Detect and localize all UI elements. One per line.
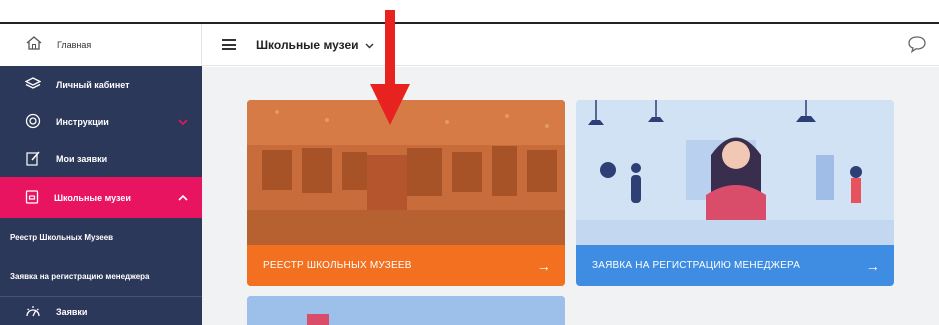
card-label: ЗАЯВКА НА РЕГИСТРАЦИЮ МЕНЕДЖЕРА — [592, 260, 801, 271]
card-action-bar[interactable]: РЕЕСТР ШКОЛЬНЫХ МУЗЕЕВ → — [247, 245, 565, 286]
sidebar-item-school-museums[interactable]: Школьные музеи — [0, 177, 202, 218]
sidebar-item-label: Главная — [57, 40, 92, 50]
sidebar-item-label: Заявки — [56, 306, 88, 317]
pen-document-icon — [25, 150, 41, 168]
submenu: Реестр Школьных Музеев Заявка на регистр… — [0, 218, 202, 296]
arrow-right-icon: → — [536, 257, 551, 274]
sidebar-item-my-requests[interactable]: Мои заявки — [0, 140, 202, 177]
sidebar-item-applications[interactable]: Заявки — [0, 296, 202, 325]
card-illustration — [247, 296, 565, 325]
sidebar-item-instructions[interactable]: Инструкции — [0, 103, 202, 140]
sidebar-item-cabinet[interactable]: Личный кабинет — [0, 66, 202, 103]
sidebar-item-label: Инструкции — [56, 116, 109, 127]
main-content: РЕЕСТР ШКОЛЬНЫХ МУЗЕЕВ → ЗАЯВКА НА РЕГИС… — [202, 67, 939, 325]
museum-registry-card[interactable]: РЕЕСТР ШКОЛЬНЫХ МУЗЕЕВ → — [247, 100, 565, 286]
hamburger-icon[interactable] — [222, 39, 236, 50]
page-title: Школьные музеи — [256, 37, 359, 52]
sidebar: Главная Личный кабинет Инструкции Мои за… — [0, 24, 202, 325]
submenu-item-label: Заявка на регистрацию менеджера — [10, 272, 150, 281]
submenu-item-label: Реестр Школьных Музеев — [10, 233, 114, 242]
chevron-up-icon[interactable] — [178, 193, 188, 203]
section-title-dropdown[interactable]: Школьные музеи — [256, 38, 374, 52]
manager-registration-card[interactable]: ЗАЯВКА НА РЕГИСТРАЦИЮ МЕНЕДЖЕРА → — [576, 100, 894, 286]
chevron-down-icon[interactable] — [178, 117, 188, 127]
chat-bubble-icon[interactable] — [907, 35, 927, 58]
lifebuoy-icon — [25, 113, 41, 131]
home-icon — [26, 35, 42, 55]
header: Школьные музеи — [202, 24, 939, 66]
sidebar-item-label: Мои заявки — [56, 153, 108, 164]
arrow-right-icon: → — [865, 257, 880, 274]
sidebar-item-label: Личный кабинет — [56, 79, 130, 90]
chevron-down-icon — [365, 38, 374, 52]
gallery-illustration — [576, 100, 894, 245]
museum-icon — [25, 189, 39, 207]
layers-icon — [24, 76, 42, 93]
sidebar-item-label: Школьные музеи — [54, 192, 131, 203]
card-action-bar[interactable]: ЗАЯВКА НА РЕГИСТРАЦИЮ МЕНЕДЖЕРА → — [576, 245, 894, 286]
submenu-item-manager-registration[interactable]: Заявка на регистрацию менеджера — [0, 257, 202, 296]
submenu-item-registry[interactable]: Реестр Школьных Музеев — [0, 218, 202, 257]
top-band — [0, 0, 939, 22]
dashboard-icon — [25, 304, 41, 320]
third-card-partial[interactable] — [247, 296, 565, 325]
museum-hall-image — [247, 100, 565, 245]
card-label: РЕЕСТР ШКОЛЬНЫХ МУЗЕЕВ — [263, 260, 412, 271]
sidebar-item-home[interactable]: Главная — [0, 24, 202, 66]
